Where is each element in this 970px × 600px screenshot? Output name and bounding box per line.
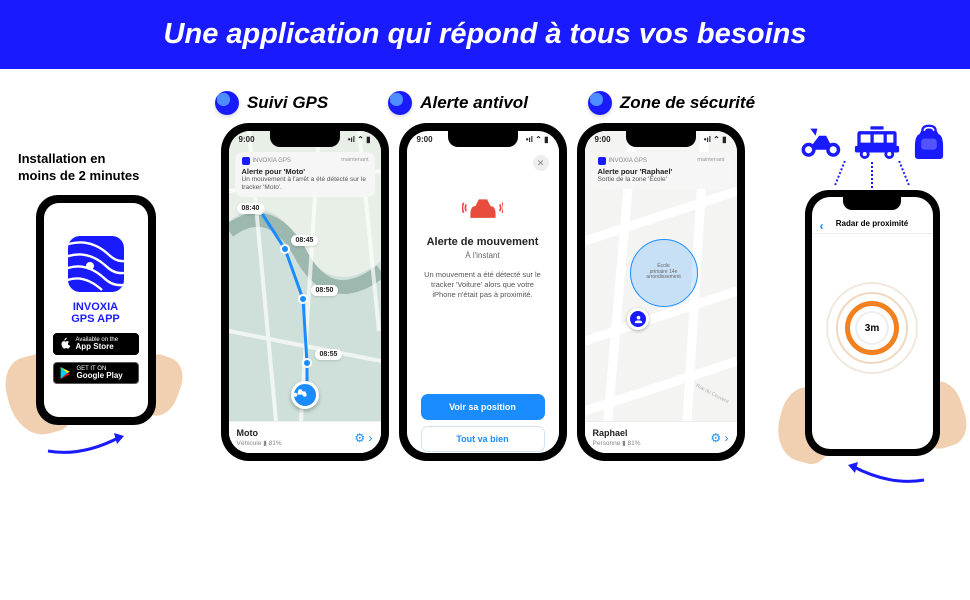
feature-antivol-icon	[388, 91, 412, 115]
install-text: Installation en moins de 2 minutes	[18, 151, 173, 185]
close-icon[interactable]: ✕	[533, 155, 549, 171]
feature-gps-label: Suivi GPS	[247, 93, 328, 113]
appstore-badge[interactable]: Available on theApp Store	[53, 333, 139, 355]
jeep-icon	[848, 123, 906, 159]
notification-card[interactable]: INVOXIA GPS maintenant Alerte pour 'Raph…	[591, 152, 731, 189]
alert-title: Alerte de mouvement	[427, 236, 539, 248]
backpack-icon	[912, 123, 946, 159]
radar-column: ‹ Radar de proximité 3m	[792, 123, 952, 456]
apple-icon	[58, 337, 72, 351]
tracker-footer[interactable]: RaphaelPersonne ▮ 81% ⚙ ›	[585, 421, 737, 453]
radar-header: ‹ Radar de proximité	[812, 219, 933, 234]
phone-zone: Écoleprimaire 14earrondissement Rue du C…	[577, 123, 745, 461]
invoxia-app-icon	[68, 236, 124, 292]
radar-distance: 3m	[855, 311, 889, 345]
tracked-items-icons	[792, 123, 952, 159]
hero-banner: Une application qui répond à tous vos be…	[0, 0, 970, 69]
feature-zone-icon	[588, 91, 612, 115]
view-position-button[interactable]: Voir sa position	[421, 394, 545, 420]
arrow-icon	[42, 427, 132, 459]
app-name: INVOXIAGPS APP	[71, 301, 120, 326]
feature-antivol: Alerte antivol	[388, 91, 528, 115]
time-chip: 08:50	[311, 285, 339, 296]
gear-icon[interactable]: ⚙ ›	[354, 431, 372, 445]
feature-gps-icon	[215, 91, 239, 115]
feature-antivol-label: Alerte antivol	[420, 93, 528, 113]
main-row: Installation en moins de 2 minutes INVOX…	[0, 123, 970, 461]
phone-radar: ‹ Radar de proximité 3m	[805, 190, 940, 456]
time-chip: 08:40	[237, 203, 265, 214]
feature-zone: Zone de sécurité	[588, 91, 755, 115]
install-column: Installation en moins de 2 minutes INVOX…	[18, 151, 173, 425]
dotted-lines-icon	[792, 162, 952, 188]
time-chip: 08:55	[315, 349, 343, 360]
play-icon	[59, 366, 73, 380]
alert-body: Un mouvement a été détecté sur le tracke…	[421, 270, 545, 300]
tracker-footer[interactable]: MotoVéhicule ▮ 81% ⚙ ›	[229, 421, 381, 453]
gear-icon[interactable]: ⚙ ›	[710, 431, 728, 445]
moto-pin-icon[interactable]	[291, 381, 319, 409]
phone-alert: 9:00•ıl ⌃ ▮ ✕ Alerte de mouvement À l'in…	[399, 123, 567, 461]
person-pin-icon[interactable]	[627, 308, 649, 330]
phones-middle: 08:40 08:45 08:50 08:55 9:00•ıl ⌃ ▮ INVO…	[219, 123, 747, 461]
time-chip: 08:45	[291, 235, 319, 246]
feature-row: Suivi GPS Alerte antivol Zone de sécurit…	[0, 91, 970, 115]
feature-zone-label: Zone de sécurité	[620, 93, 755, 113]
security-zone-circle: Écoleprimaire 14earrondissement	[630, 239, 698, 307]
all-good-button[interactable]: Tout va bien	[421, 426, 545, 452]
back-icon[interactable]: ‹	[820, 219, 824, 233]
car-alert-icon	[462, 196, 504, 226]
alert-subtitle: À l'instant	[465, 251, 499, 260]
feature-gps: Suivi GPS	[215, 91, 328, 115]
install-screen: INVOXIAGPS APP Available on theApp Store…	[44, 203, 148, 417]
arrow-icon	[840, 456, 930, 488]
googleplay-badge[interactable]: GET IT ONGoogle Play	[53, 362, 139, 384]
notification-card[interactable]: INVOXIA GPS maintenant Alerte pour 'Moto…	[235, 152, 375, 197]
phone-tracking: 08:40 08:45 08:50 08:55 9:00•ıl ⌃ ▮ INVO…	[221, 123, 389, 461]
motorcycle-icon	[798, 123, 842, 159]
phone-install: INVOXIAGPS APP Available on theApp Store…	[36, 195, 156, 425]
